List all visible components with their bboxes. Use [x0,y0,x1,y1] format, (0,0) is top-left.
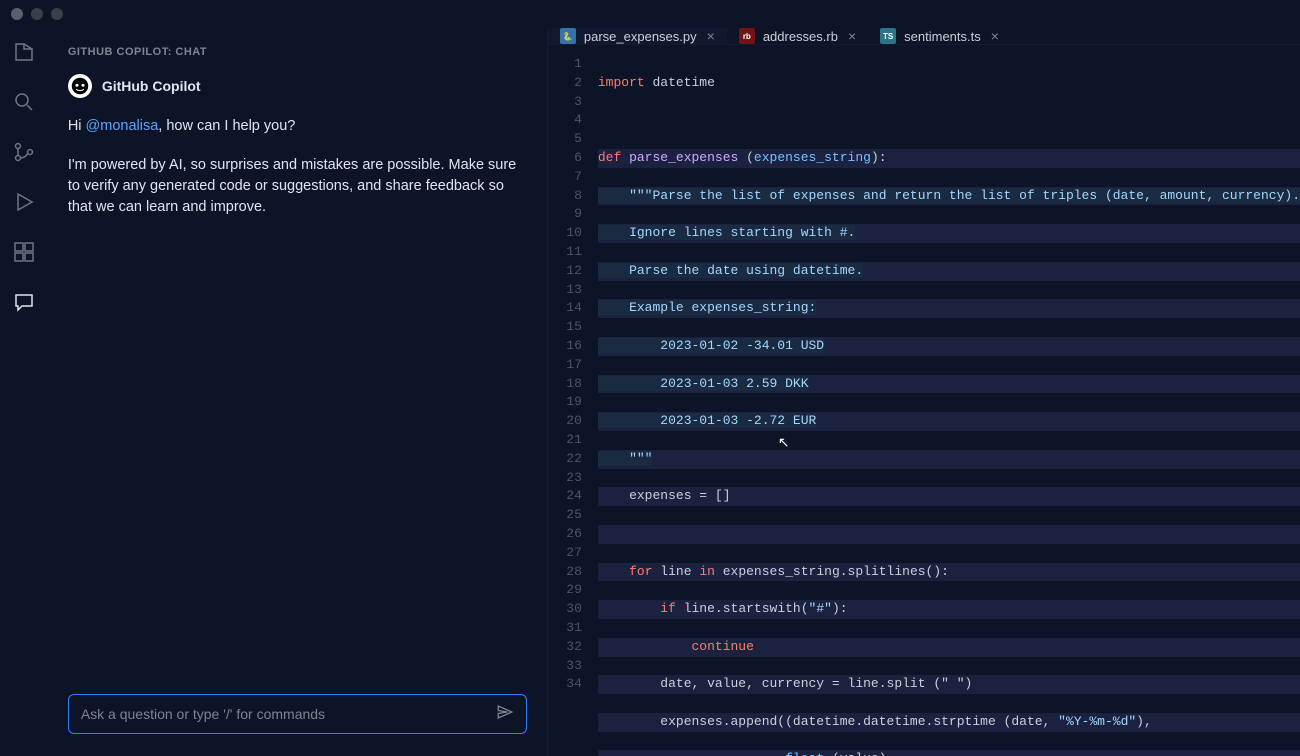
files-icon[interactable] [12,40,36,64]
line-number: 14 [548,299,582,318]
close-icon[interactable]: × [848,28,856,44]
line-number: 12 [548,262,582,281]
greeting-suffix: , how can I help you? [158,118,295,134]
line-number: 11 [548,243,582,262]
chat-input[interactable] [68,694,527,734]
copilot-avatar-icon [68,74,92,98]
line-number: 15 [548,318,582,337]
chat-icon[interactable] [12,290,36,314]
line-number: 13 [548,281,582,300]
line-number: 23 [548,469,582,488]
send-button[interactable] [496,703,514,726]
line-number: 32 [548,638,582,657]
activity-bar [0,28,48,756]
tab-label: sentiments.ts [904,29,981,44]
line-number: 20 [548,412,582,431]
line-number: 33 [548,657,582,676]
line-number: 18 [548,375,582,394]
chat-disclaimer: I'm powered by AI, so surprises and mist… [68,155,527,218]
chat-scroll: GitHub Copilot Hi @monalisa, how can I h… [48,70,547,682]
window-zoom-button[interactable] [51,8,63,20]
line-number: 31 [548,619,582,638]
line-number: 24 [548,487,582,506]
line-number: 2 [548,74,582,93]
greeting-prefix: Hi [68,118,86,134]
tab-addresses[interactable]: rb addresses.rb × [727,28,868,44]
line-number: 21 [548,431,582,450]
extensions-icon[interactable] [12,240,36,264]
line-number: 5 [548,130,582,149]
tab-label: parse_expenses.py [584,29,697,44]
window-minimize-button[interactable] [31,8,43,20]
tab-parse-expenses[interactable]: 🐍 parse_expenses.py × [548,28,727,44]
titlebar [0,0,1300,28]
line-number: 29 [548,581,582,600]
tab-bar: 🐍 parse_expenses.py × rb addresses.rb × … [548,28,1300,45]
code-editor[interactable]: 1234567891011121314151617181920212223242… [548,45,1300,756]
line-number: 25 [548,506,582,525]
line-number: 8 [548,187,582,206]
line-number: 9 [548,205,582,224]
copilot-header: GitHub Copilot [68,74,527,98]
sidebar-title: GITHUB COPILOT: CHAT [48,28,547,70]
search-icon[interactable] [12,90,36,114]
close-icon[interactable]: × [991,28,999,44]
line-number: 30 [548,600,582,619]
tab-label: addresses.rb [763,29,838,44]
tab-sentiments[interactable]: TS sentiments.ts × [868,28,1011,44]
run-debug-icon[interactable] [12,190,36,214]
line-number: 16 [548,337,582,356]
line-number: 19 [548,393,582,412]
line-number: 10 [548,224,582,243]
chat-sidebar: GITHUB COPILOT: CHAT GitHub Copilot Hi @… [48,28,548,756]
line-number: 1 [548,55,582,74]
line-number: 34 [548,675,582,694]
line-number: 27 [548,544,582,563]
typescript-file-icon: TS [880,28,896,44]
line-number: 3 [548,93,582,112]
line-number: 7 [548,168,582,187]
editor-area: 🐍 parse_expenses.py × rb addresses.rb × … [548,28,1300,756]
line-number: 22 [548,450,582,469]
close-icon[interactable]: × [707,28,715,44]
line-number: 26 [548,525,582,544]
line-number: 28 [548,563,582,582]
line-number: 6 [548,149,582,168]
ruby-file-icon: rb [739,28,755,44]
window-close-button[interactable] [11,8,23,20]
copilot-name: GitHub Copilot [102,78,201,94]
line-gutter: 1234567891011121314151617181920212223242… [548,55,598,756]
chat-greeting: Hi @monalisa, how can I help you? [68,116,527,137]
python-file-icon: 🐍 [560,28,576,44]
source-control-icon[interactable] [12,140,36,164]
greeting-mention: @monalisa [86,118,159,134]
code-content[interactable]: import datetime def parse_expenses (expe… [598,55,1300,756]
line-number: 4 [548,111,582,130]
line-number: 17 [548,356,582,375]
chat-input-field[interactable] [81,706,486,722]
